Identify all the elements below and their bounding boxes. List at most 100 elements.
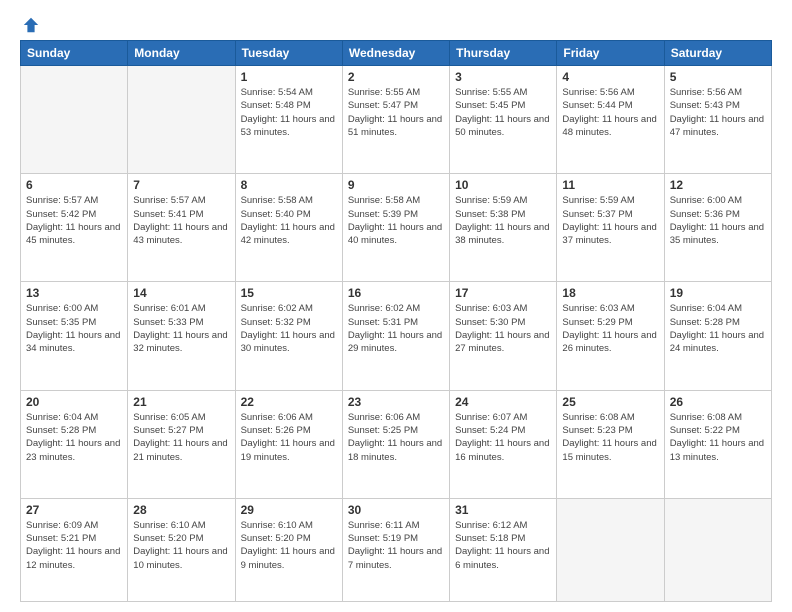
day-number: 10 bbox=[455, 178, 551, 192]
day-info: Sunrise: 5:54 AMSunset: 5:48 PMDaylight:… bbox=[241, 86, 337, 139]
day-number: 31 bbox=[455, 503, 551, 517]
calendar-cell bbox=[128, 66, 235, 174]
calendar-cell: 9 Sunrise: 5:58 AMSunset: 5:39 PMDaylight… bbox=[342, 174, 449, 282]
calendar-cell: 13 Sunrise: 6:00 AMSunset: 5:35 PMDayligh… bbox=[21, 282, 128, 390]
calendar-cell: 3Sunrise: 5:55 AMSunset: 5:45 PMDaylight… bbox=[450, 66, 557, 174]
day-number: 12 bbox=[670, 178, 766, 192]
logo-icon bbox=[22, 16, 40, 34]
day-header-friday: Friday bbox=[557, 41, 664, 66]
calendar-cell: 16 Sunrise: 6:02 AMSunset: 5:31 PMDayligh… bbox=[342, 282, 449, 390]
day-number: 29 bbox=[241, 503, 337, 517]
day-info: Sunrise: 6:09 AMSunset: 5:21 PMDaylight:… bbox=[26, 519, 122, 572]
day-number: 4 bbox=[562, 70, 658, 84]
calendar-cell bbox=[557, 498, 664, 601]
calendar-cell bbox=[21, 66, 128, 174]
day-number: 24 bbox=[455, 395, 551, 409]
day-info: Sunrise: 5:58 AMSunset: 5:39 PMDaylight:… bbox=[348, 194, 444, 247]
calendar-cell: 5 Sunrise: 5:56 AMSunset: 5:43 PMDaylight… bbox=[664, 66, 771, 174]
day-number: 6 bbox=[26, 178, 122, 192]
calendar-cell: 29 Sunrise: 6:10 AMSunset: 5:20 PMDayligh… bbox=[235, 498, 342, 601]
header-row: SundayMondayTuesdayWednesdayThursdayFrid… bbox=[21, 41, 772, 66]
calendar-cell: 25 Sunrise: 6:08 AMSunset: 5:23 PMDayligh… bbox=[557, 390, 664, 498]
day-number: 23 bbox=[348, 395, 444, 409]
day-info: Sunrise: 6:12 AMSunset: 5:18 PMDaylight:… bbox=[455, 519, 551, 572]
calendar-cell: 23 Sunrise: 6:06 AMSunset: 5:25 PMDayligh… bbox=[342, 390, 449, 498]
day-number: 11 bbox=[562, 178, 658, 192]
day-number: 22 bbox=[241, 395, 337, 409]
day-number: 16 bbox=[348, 286, 444, 300]
logo-text bbox=[20, 16, 40, 34]
calendar-cell: 15 Sunrise: 6:02 AMSunset: 5:32 PMDayligh… bbox=[235, 282, 342, 390]
calendar-cell: 4 Sunrise: 5:56 AMSunset: 5:44 PMDaylight… bbox=[557, 66, 664, 174]
day-header-wednesday: Wednesday bbox=[342, 41, 449, 66]
day-number: 25 bbox=[562, 395, 658, 409]
logo bbox=[20, 16, 40, 30]
day-number: 30 bbox=[348, 503, 444, 517]
day-info: Sunrise: 6:08 AMSunset: 5:23 PMDaylight:… bbox=[562, 411, 658, 464]
calendar-cell: 17 Sunrise: 6:03 AMSunset: 5:30 PMDayligh… bbox=[450, 282, 557, 390]
calendar-cell: 10Sunrise: 5:59 AMSunset: 5:38 PMDayligh… bbox=[450, 174, 557, 282]
calendar-cell: 7 Sunrise: 5:57 AMSunset: 5:41 PMDaylight… bbox=[128, 174, 235, 282]
day-number: 19 bbox=[670, 286, 766, 300]
calendar-cell: 6Sunrise: 5:57 AMSunset: 5:42 PMDaylight… bbox=[21, 174, 128, 282]
week-row-3: 13 Sunrise: 6:00 AMSunset: 5:35 PMDayligh… bbox=[21, 282, 772, 390]
calendar-cell: 1 Sunrise: 5:54 AMSunset: 5:48 PMDaylight… bbox=[235, 66, 342, 174]
day-number: 14 bbox=[133, 286, 229, 300]
day-number: 9 bbox=[348, 178, 444, 192]
day-info: Sunrise: 6:02 AMSunset: 5:31 PMDaylight:… bbox=[348, 302, 444, 355]
day-info: Sunrise: 6:04 AMSunset: 5:28 PMDaylight:… bbox=[670, 302, 766, 355]
day-info: Sunrise: 6:03 AMSunset: 5:30 PMDaylight:… bbox=[455, 302, 551, 355]
day-number: 3 bbox=[455, 70, 551, 84]
day-number: 2 bbox=[348, 70, 444, 84]
calendar-cell: 8 Sunrise: 5:58 AMSunset: 5:40 PMDaylight… bbox=[235, 174, 342, 282]
day-header-thursday: Thursday bbox=[450, 41, 557, 66]
day-info: Sunrise: 5:58 AMSunset: 5:40 PMDaylight:… bbox=[241, 194, 337, 247]
day-info: Sunrise: 6:10 AMSunset: 5:20 PMDaylight:… bbox=[241, 519, 337, 572]
calendar-cell: 30 Sunrise: 6:11 AMSunset: 5:19 PMDayligh… bbox=[342, 498, 449, 601]
day-info: Sunrise: 6:02 AMSunset: 5:32 PMDaylight:… bbox=[241, 302, 337, 355]
header bbox=[20, 16, 772, 30]
day-info: Sunrise: 5:59 AMSunset: 5:37 PMDaylight:… bbox=[562, 194, 658, 247]
day-info: Sunrise: 6:07 AMSunset: 5:24 PMDaylight:… bbox=[455, 411, 551, 464]
calendar-cell: 14 Sunrise: 6:01 AMSunset: 5:33 PMDayligh… bbox=[128, 282, 235, 390]
day-header-tuesday: Tuesday bbox=[235, 41, 342, 66]
calendar-cell: 27 Sunrise: 6:09 AMSunset: 5:21 PMDayligh… bbox=[21, 498, 128, 601]
day-number: 15 bbox=[241, 286, 337, 300]
day-number: 26 bbox=[670, 395, 766, 409]
day-number: 28 bbox=[133, 503, 229, 517]
calendar-cell: 22 Sunrise: 6:06 AMSunset: 5:26 PMDayligh… bbox=[235, 390, 342, 498]
day-info: Sunrise: 6:00 AMSunset: 5:35 PMDaylight:… bbox=[26, 302, 122, 355]
day-info: Sunrise: 6:11 AMSunset: 5:19 PMDaylight:… bbox=[348, 519, 444, 572]
week-row-4: 20Sunrise: 6:04 AMSunset: 5:28 PMDayligh… bbox=[21, 390, 772, 498]
day-number: 20 bbox=[26, 395, 122, 409]
week-row-2: 6Sunrise: 5:57 AMSunset: 5:42 PMDaylight… bbox=[21, 174, 772, 282]
day-info: Sunrise: 6:05 AMSunset: 5:27 PMDaylight:… bbox=[133, 411, 229, 464]
day-number: 27 bbox=[26, 503, 122, 517]
page: SundayMondayTuesdayWednesdayThursdayFrid… bbox=[0, 0, 792, 612]
day-number: 17 bbox=[455, 286, 551, 300]
calendar-cell: 11 Sunrise: 5:59 AMSunset: 5:37 PMDayligh… bbox=[557, 174, 664, 282]
calendar-cell: 21 Sunrise: 6:05 AMSunset: 5:27 PMDayligh… bbox=[128, 390, 235, 498]
day-info: Sunrise: 6:01 AMSunset: 5:33 PMDaylight:… bbox=[133, 302, 229, 355]
day-number: 13 bbox=[26, 286, 122, 300]
day-number: 5 bbox=[670, 70, 766, 84]
day-info: Sunrise: 6:06 AMSunset: 5:26 PMDaylight:… bbox=[241, 411, 337, 464]
calendar-cell: 12Sunrise: 6:00 AMSunset: 5:36 PMDayligh… bbox=[664, 174, 771, 282]
day-number: 21 bbox=[133, 395, 229, 409]
calendar-cell: 24 Sunrise: 6:07 AMSunset: 5:24 PMDayligh… bbox=[450, 390, 557, 498]
day-number: 7 bbox=[133, 178, 229, 192]
calendar-cell: 19 Sunrise: 6:04 AMSunset: 5:28 PMDayligh… bbox=[664, 282, 771, 390]
day-number: 8 bbox=[241, 178, 337, 192]
day-number: 18 bbox=[562, 286, 658, 300]
week-row-5: 27 Sunrise: 6:09 AMSunset: 5:21 PMDayligh… bbox=[21, 498, 772, 601]
day-info: Sunrise: 6:03 AMSunset: 5:29 PMDaylight:… bbox=[562, 302, 658, 355]
day-header-sunday: Sunday bbox=[21, 41, 128, 66]
day-info: Sunrise: 5:56 AMSunset: 5:44 PMDaylight:… bbox=[562, 86, 658, 139]
day-info: Sunrise: 6:06 AMSunset: 5:25 PMDaylight:… bbox=[348, 411, 444, 464]
calendar-cell: 18 Sunrise: 6:03 AMSunset: 5:29 PMDayligh… bbox=[557, 282, 664, 390]
day-info: Sunrise: 5:56 AMSunset: 5:43 PMDaylight:… bbox=[670, 86, 766, 139]
calendar-cell: 31 Sunrise: 6:12 AMSunset: 5:18 PMDayligh… bbox=[450, 498, 557, 601]
week-row-1: 1 Sunrise: 5:54 AMSunset: 5:48 PMDaylight… bbox=[21, 66, 772, 174]
day-info: Sunrise: 5:57 AMSunset: 5:41 PMDaylight:… bbox=[133, 194, 229, 247]
day-number: 1 bbox=[241, 70, 337, 84]
